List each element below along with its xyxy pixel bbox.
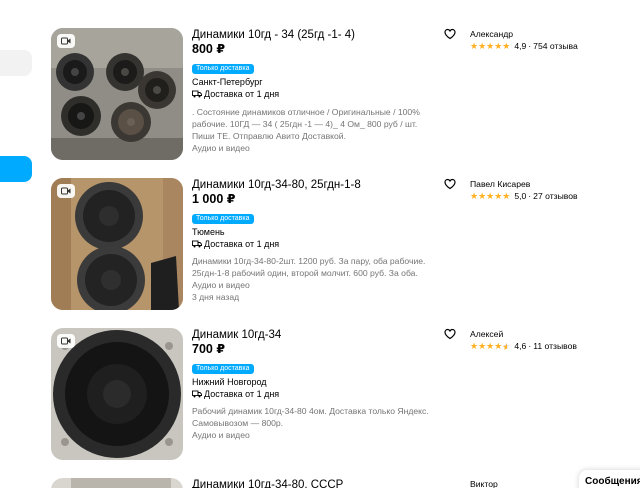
separator: · [528,41,532,51]
messages-tab[interactable]: Сообщения [579,470,640,488]
delivery-info: Доставка от 1 дня [192,388,442,400]
listing-price: 700 ₽ [192,342,226,356]
seller-info[interactable]: Алексей ★★★★★ ★ 4,6 · 11 отзывов [470,329,640,352]
listing-city: Тюмень [192,227,225,237]
listing-title[interactable]: Динамики 10гд-34-80, 25гдн-1-8 [192,178,442,192]
truck-icon [192,90,202,98]
listing-description: Рабочий динамик 10гд-34-80 4ом. Доставка… [192,406,429,428]
seller-name[interactable]: Павел Кисарев [470,179,640,190]
listing-title[interactable]: Динамик 10гд-34 [192,328,442,342]
listing-price: 1 000 ₽ [192,192,236,206]
delivery-info: Доставка от 1 дня [192,238,442,250]
listing-city: Нижний Новгород [192,377,267,387]
seller-name[interactable]: Алексей [470,329,640,340]
rating-value: 5,0 [514,191,527,201]
delivery-text: Доставка от 1 дня [204,239,280,249]
rating-value: 4,9 [514,41,527,51]
rating-stars: ★★★★★ [470,191,511,201]
delivery-only-badge: Только доставка [192,214,254,224]
listing-price: 800 ₽ [192,42,226,56]
listing-category: Аудио и видео [192,430,250,440]
rating-value: 4,6 [514,341,527,351]
listing-photo[interactable] [51,178,183,310]
video-icon [57,34,75,48]
seller-info[interactable]: Александр ★★★★★ 4,9 · 754 отзыва [470,29,640,52]
separator: · [528,191,532,201]
listing-photo[interactable] [51,328,183,460]
video-icon [57,334,75,348]
listing-title[interactable]: Динамики 10гд-34-80, СССР [192,478,442,488]
rating-stars: ★★★★★ ★ [470,341,511,352]
delivery-info: Доставка от 1 дня [192,88,442,100]
rating-stars: ★★★★★ [470,41,511,51]
listing-photo[interactable] [51,478,183,488]
delivery-only-badge: Только доставка [192,64,254,74]
listing-category: Аудио и видео [192,280,250,290]
video-icon [57,184,75,198]
listing-category: Аудио и видео [192,143,250,153]
seller-rating: ★★★★★ ★ 4,6 · 11 отзывов [470,340,640,352]
review-count[interactable]: 754 отзыва [533,40,578,52]
listing-date: 3 дня назад [192,292,240,302]
truck-icon [192,240,202,248]
seller-rating: ★★★★★ 5,0 · 27 отзывов [470,190,640,202]
favorite-heart-icon[interactable] [444,28,456,40]
delivery-text: Доставка от 1 дня [204,89,280,99]
side-panel-active-item[interactable] [0,156,32,182]
listing-photo[interactable] [51,28,183,160]
seller-name[interactable]: Александр [470,29,640,40]
seller-rating: ★★★★★ 4,9 · 754 отзыва [470,40,640,52]
listing-description: Динамики 10гд-34-80-2шт. 1200 руб. За па… [192,256,426,278]
delivery-only-badge: Только доставка [192,364,254,374]
favorite-heart-icon[interactable] [444,328,456,340]
favorite-heart-icon[interactable] [444,178,456,190]
separator: · [528,341,532,351]
truck-icon [192,390,202,398]
listing-city: Санкт-Петербург [192,77,263,87]
review-count[interactable]: 27 отзывов [533,190,577,202]
listing-description: . Состояние динамиков отличное / Оригина… [192,107,420,141]
listing-title[interactable]: Динамики 10гд - 34 (25гд -1- 4) [192,28,442,42]
seller-info[interactable]: Павел Кисарев ★★★★★ 5,0 · 27 отзывов [470,179,640,202]
delivery-text: Доставка от 1 дня [204,389,280,399]
side-panel-item[interactable] [0,50,32,76]
review-count[interactable]: 11 отзывов [533,340,577,352]
